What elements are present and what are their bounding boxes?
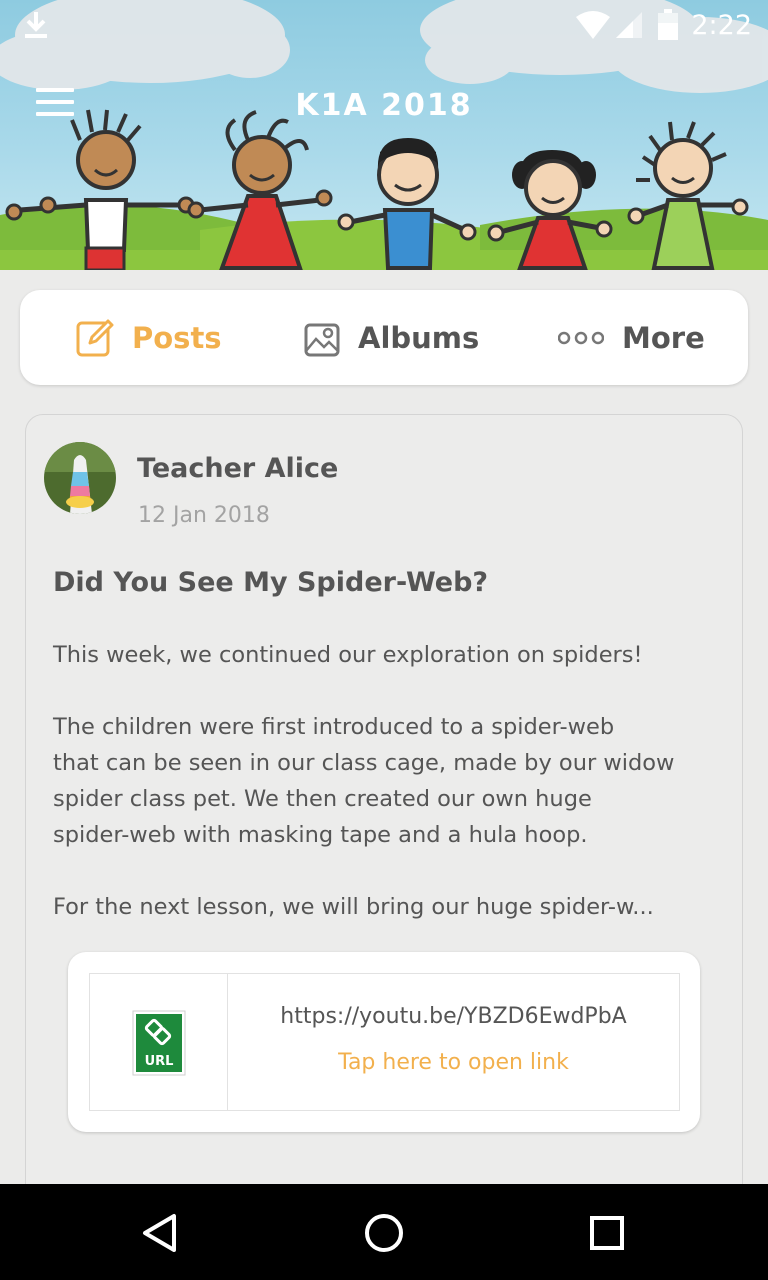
link-preview-inner: URL https://youtu.be/YBZD6EwdPbA Tap her…	[89, 973, 680, 1111]
tab-more[interactable]: More	[558, 290, 705, 385]
open-link-button[interactable]: Tap here to open link	[228, 1050, 679, 1075]
status-bar: 2:22	[0, 0, 768, 50]
author-avatar-image	[44, 442, 116, 514]
tab-albums[interactable]: Albums	[304, 290, 479, 385]
post-paragraph: The children were first introduced to a …	[53, 714, 675, 848]
battery-icon	[658, 9, 679, 40]
recents-icon[interactable]	[582, 1208, 632, 1258]
post-paragraph: For the next lesson, we will bring our h…	[53, 894, 654, 920]
post-date: 12 Jan 2018	[138, 503, 270, 528]
post-title: Did You See My Spider-Web?	[53, 567, 489, 598]
post-body: This week, we continued our exploration …	[53, 637, 723, 961]
image-icon	[304, 323, 340, 356]
signal-icon	[616, 12, 643, 38]
link-preview[interactable]: URL https://youtu.be/YBZD6EwdPbA Tap her…	[68, 952, 700, 1132]
app-title: K1A 2018	[295, 88, 473, 123]
system-nav-bar	[0, 1184, 768, 1280]
status-time: 2:22	[691, 9, 752, 41]
wifi-icon	[576, 11, 611, 39]
download-icon	[25, 12, 47, 38]
tab-posts-label: Posts	[132, 320, 222, 355]
author-name[interactable]: Teacher Alice	[137, 453, 338, 484]
home-icon[interactable]	[359, 1208, 409, 1258]
tab-bar: Posts Albums More	[20, 290, 748, 385]
post-card[interactable]: Teacher Alice 12 Jan 2018 Did You See My…	[25, 414, 743, 1214]
url-icon: URL	[132, 1010, 186, 1076]
edit-icon	[76, 319, 114, 356]
link-url: https://youtu.be/YBZD6EwdPbA	[280, 1004, 627, 1029]
header-banner: 2:22 K1A 2018	[0, 0, 768, 270]
url-icon-text: URL	[145, 1054, 174, 1069]
back-icon[interactable]	[136, 1208, 186, 1258]
post-paragraph: This week, we continued our exploration …	[53, 642, 643, 668]
tab-more-label: More	[622, 320, 705, 355]
more-horizontal-icon	[558, 331, 604, 344]
avatar[interactable]	[44, 442, 116, 514]
link-thumbnail: URL	[90, 974, 228, 1110]
tab-albums-label: Albums	[358, 320, 480, 355]
tab-posts[interactable]: Posts	[76, 290, 222, 385]
